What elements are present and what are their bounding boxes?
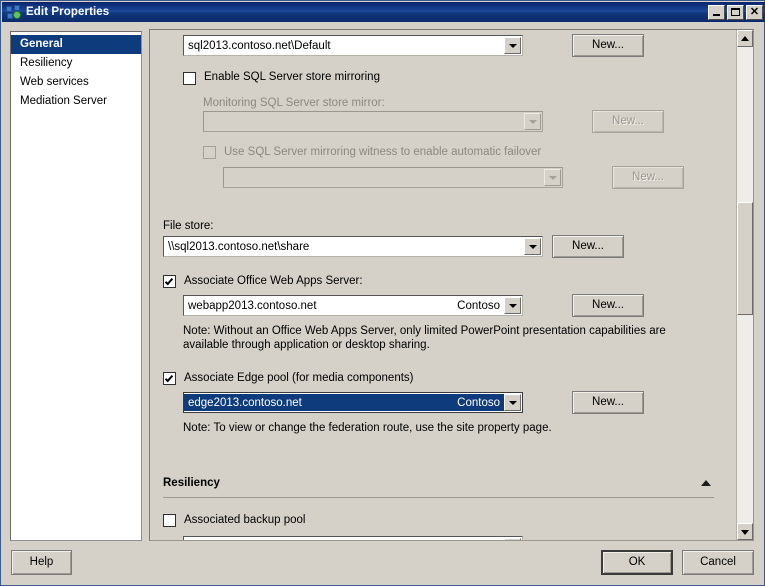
scroll-viewport: sql2013.contoso.net\Default New... Enabl…: [150, 30, 736, 540]
enable-mirroring-label: Enable SQL Server store mirroring: [204, 71, 380, 83]
close-button[interactable]: ✕: [746, 4, 763, 20]
sidebar-item-label: Resiliency: [20, 57, 73, 69]
sql-store-combo[interactable]: sql2013.contoso.net\Default: [183, 35, 523, 56]
office-web-apps-note: Note: Without an Office Web Apps Server,…: [183, 325, 666, 351]
category-list[interactable]: General Resiliency Web services Mediatio…: [10, 31, 142, 541]
mirroring-witness-new-button[interactable]: New...: [612, 166, 684, 189]
sidebar-item-label: General: [20, 38, 63, 50]
resiliency-section-heading: Resiliency: [163, 477, 220, 489]
edge-pool-domain: Contoso: [457, 396, 500, 409]
edge-pool-label: Associate Edge pool (for media component…: [184, 372, 414, 384]
edge-pool-new-button[interactable]: New...: [572, 391, 644, 414]
scroll-down-arrow-icon[interactable]: [737, 523, 753, 540]
chevron-down-icon[interactable]: [504, 394, 521, 411]
sidebar-item-resiliency[interactable]: Resiliency: [11, 54, 141, 73]
mirroring-witness-combo[interactable]: [223, 167, 563, 188]
maximize-button[interactable]: [727, 4, 744, 20]
file-store-new-button[interactable]: New...: [552, 235, 624, 258]
monitoring-mirror-label: Monitoring SQL Server store mirror:: [203, 97, 385, 109]
associated-backup-pool-combo[interactable]: [183, 536, 523, 540]
file-store-combo[interactable]: \\sql2013.contoso.net\share: [163, 236, 543, 257]
mirroring-witness-checkbox[interactable]: [203, 146, 216, 159]
sidebar-item-label: Web services: [20, 76, 89, 88]
office-web-apps-value: webapp2013.contoso.net: [188, 299, 317, 312]
minimize-button[interactable]: [708, 4, 725, 20]
enable-mirroring-checkbox[interactable]: [183, 72, 196, 85]
chevron-down-icon[interactable]: [504, 37, 521, 54]
edge-pool-value: edge2013.contoso.net: [188, 396, 302, 409]
cancel-button[interactable]: Cancel: [682, 550, 754, 575]
mirroring-witness-label: Use SQL Server mirroring witness to enab…: [224, 146, 542, 158]
scroll-up-arrow-icon[interactable]: [737, 30, 753, 47]
file-store-label: File store:: [163, 220, 214, 232]
properties-content-panel: sql2013.contoso.net\Default New... Enabl…: [149, 29, 754, 541]
section-divider: [163, 497, 714, 498]
monitoring-mirror-combo[interactable]: [203, 111, 543, 132]
edge-pool-combo[interactable]: edge2013.contoso.net Contoso: [183, 392, 523, 413]
office-web-apps-combo[interactable]: webapp2013.contoso.net Contoso: [183, 295, 523, 316]
chevron-down-icon[interactable]: [504, 538, 521, 540]
vertical-scrollbar[interactable]: [736, 30, 753, 540]
sidebar-item-label: Mediation Server: [20, 95, 107, 107]
title-bar: Edit Properties ✕: [2, 2, 765, 22]
vertical-scroll-thumb[interactable]: [737, 202, 753, 315]
edge-pool-note: Note: To view or change the federation r…: [183, 422, 552, 434]
sidebar-item-mediation-server[interactable]: Mediation Server: [11, 92, 141, 111]
help-button[interactable]: Help: [11, 550, 72, 575]
sidebar-item-web-services[interactable]: Web services: [11, 73, 141, 92]
associated-backup-pool-label: Associated backup pool: [184, 514, 306, 526]
ok-button[interactable]: OK: [601, 550, 673, 575]
edge-pool-selection: edge2013.contoso.net Contoso: [184, 394, 504, 411]
chevron-down-icon[interactable]: [504, 297, 521, 314]
sql-store-value: sql2013.contoso.net\Default: [188, 39, 331, 52]
office-web-apps-label: Associate Office Web Apps Server:: [184, 275, 363, 287]
office-web-apps-domain: Contoso: [457, 299, 500, 312]
edge-pool-checkbox[interactable]: [163, 372, 176, 385]
office-web-apps-new-button[interactable]: New...: [572, 294, 644, 317]
chevron-down-icon[interactable]: [544, 169, 561, 186]
monitoring-mirror-new-button[interactable]: New...: [592, 110, 664, 133]
chevron-down-icon[interactable]: [524, 238, 541, 255]
office-web-apps-checkbox[interactable]: [163, 275, 176, 288]
edit-properties-icon: [6, 4, 22, 20]
sql-store-new-button[interactable]: New...: [572, 34, 644, 57]
edit-properties-window: Edit Properties ✕ General Resiliency Web…: [0, 0, 765, 586]
window-controls: ✕: [708, 4, 763, 20]
associated-backup-pool-checkbox[interactable]: [163, 514, 176, 527]
sidebar-item-general[interactable]: General: [11, 35, 141, 54]
chevron-up-icon[interactable]: [701, 480, 711, 486]
chevron-down-icon[interactable]: [524, 113, 541, 130]
window-title: Edit Properties: [26, 6, 110, 18]
file-store-value: \\sql2013.contoso.net\share: [168, 240, 310, 253]
